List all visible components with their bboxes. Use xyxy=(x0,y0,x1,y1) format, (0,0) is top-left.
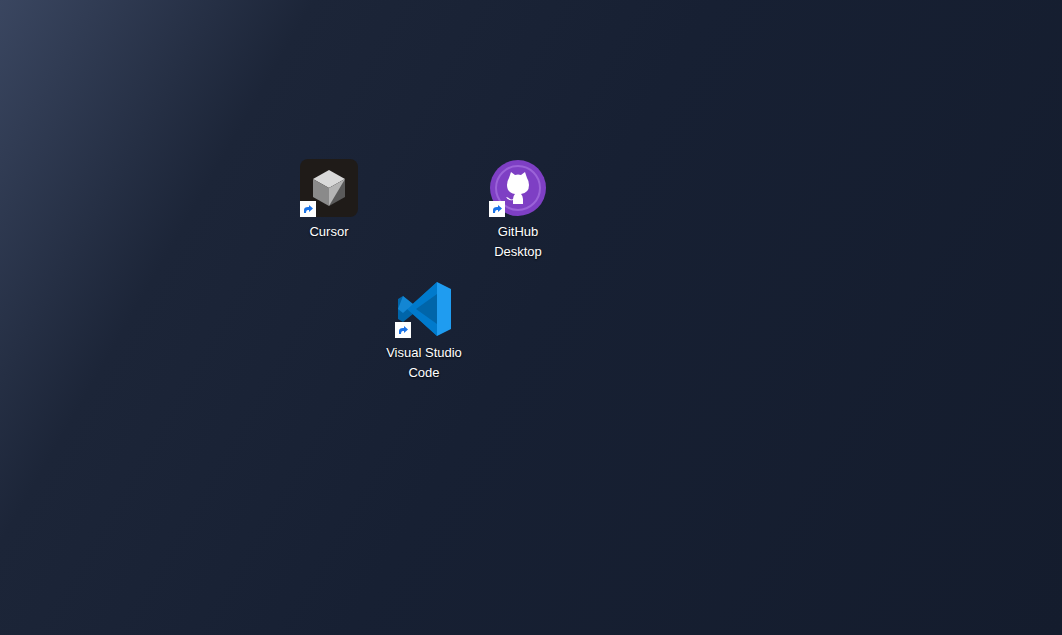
desktop: Cursor GitHub Desktop Visual Studio Code xyxy=(0,0,1062,635)
icon-image xyxy=(300,159,358,217)
desktop-icon[interactable]: GitHub Desktop xyxy=(472,159,564,262)
icon-label: GitHub Desktop xyxy=(472,222,564,262)
icon-label: Visual Studio Code xyxy=(378,343,470,383)
desktop-icon[interactable]: Visual Studio Code xyxy=(378,280,470,383)
desktop-icon[interactable]: Cursor xyxy=(283,159,375,242)
shortcut-arrow-icon xyxy=(300,201,316,217)
icon-label: Cursor xyxy=(307,222,350,242)
shortcut-arrow-icon xyxy=(395,322,411,338)
shortcut-arrow-icon xyxy=(489,201,505,217)
icon-image xyxy=(489,159,547,217)
wallpaper xyxy=(0,0,1062,635)
icon-image xyxy=(395,280,453,338)
